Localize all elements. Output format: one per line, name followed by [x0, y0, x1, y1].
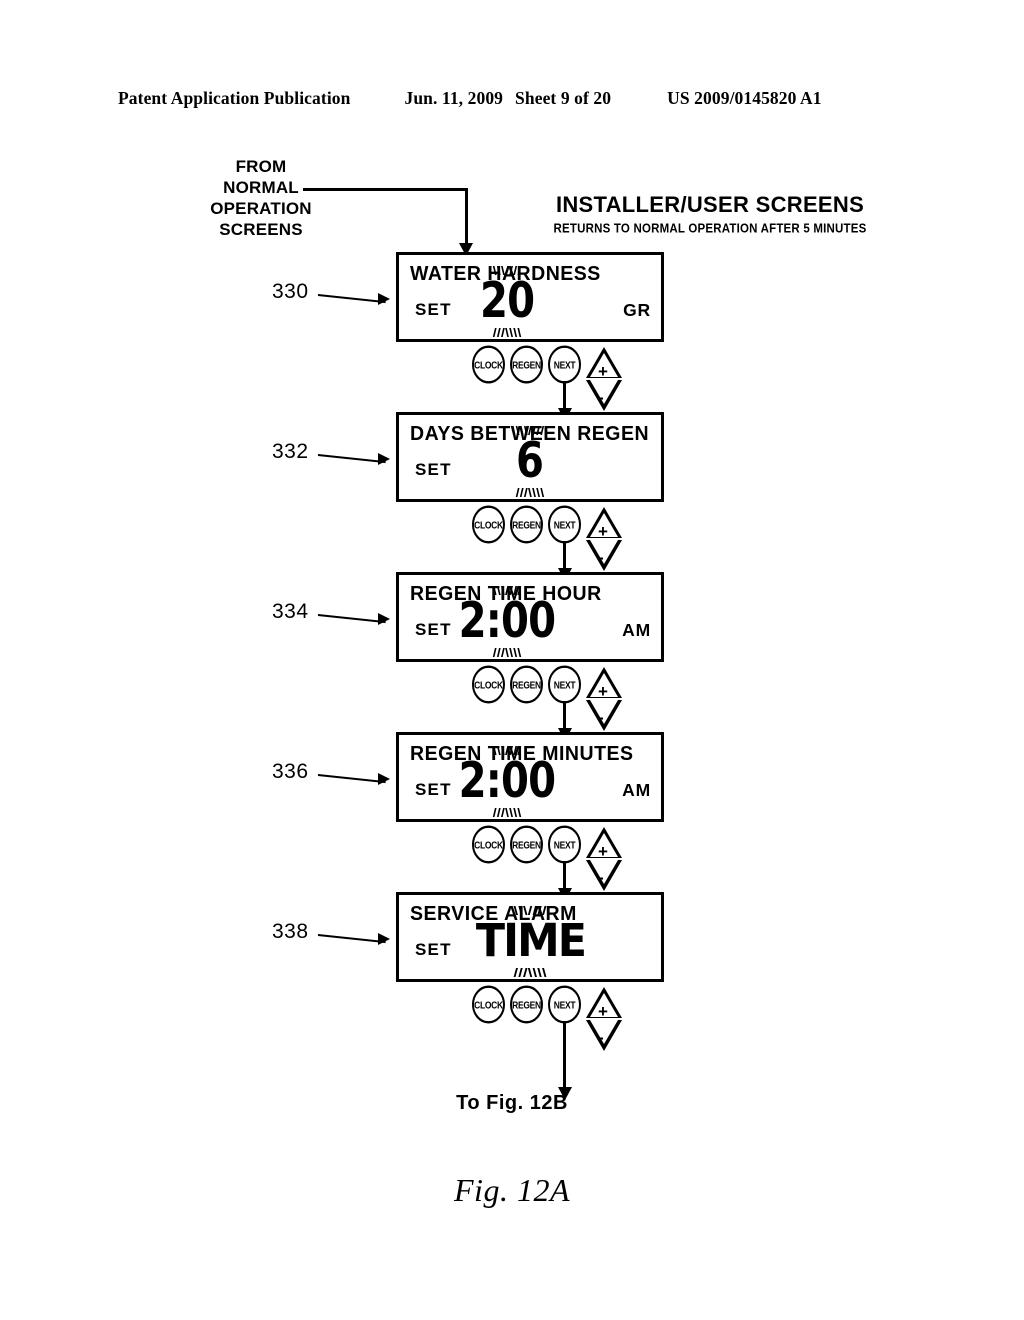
minus-icon: - — [598, 548, 604, 567]
step-connector-line — [563, 861, 566, 891]
lcd-panel: WATER HARDNESS SET GR 20 — [396, 252, 664, 342]
reference-numeral: 338 — [272, 920, 309, 943]
control-button-row: CLOCK REGEN NEXT + - — [396, 664, 664, 741]
panel-set-label: SET — [415, 620, 452, 639]
section-title-block: INSTALLER/USER SCREENS RETURNS TO NORMAL… — [520, 192, 900, 236]
clock-button[interactable]: CLOCK — [472, 345, 505, 384]
next-button[interactable]: NEXT — [548, 505, 581, 544]
regen-button[interactable]: REGEN — [510, 985, 543, 1024]
step-connector-line — [563, 701, 566, 731]
flash-ticks — [455, 808, 558, 817]
reference-leader-arrow-icon — [378, 453, 390, 465]
lcd-panel: DAYS BETWEEN REGEN SET 6 — [396, 412, 664, 502]
section-title: INSTALLER/USER SCREENS — [555, 192, 865, 217]
plus-icon: + — [598, 842, 608, 861]
flash-ticks — [472, 968, 589, 977]
flash-ticks — [513, 488, 547, 497]
panel-title: SERVICE ALARM — [410, 902, 577, 926]
reference-leader-arrow-icon — [378, 613, 390, 625]
control-button-row: CLOCK REGEN NEXT + - — [396, 824, 664, 901]
plus-icon: + — [598, 682, 608, 701]
patent-header: Patent Application Publication Jun. 11, … — [118, 88, 908, 109]
minus-icon: - — [598, 1028, 604, 1047]
reference-leader-arrow-icon — [378, 933, 390, 945]
flash-ticks — [455, 648, 558, 657]
sheet-number: Sheet 9 of 20 — [515, 88, 612, 108]
panel-title: WATER HARDNESS — [410, 262, 601, 286]
control-button-row: CLOCK REGEN NEXT + - — [396, 504, 664, 581]
publication-date: Jun. 11, 2009 — [404, 88, 504, 108]
next-button[interactable]: NEXT — [548, 825, 581, 864]
plus-icon: + — [598, 362, 608, 381]
entry-connector-vertical — [465, 188, 468, 250]
flow-entry-label: FROM NORMAL OPERATION SCREENS — [196, 156, 326, 240]
regen-button[interactable]: REGEN — [510, 345, 543, 384]
plus-icon: + — [598, 1002, 608, 1021]
reference-leader-arrow-icon — [378, 293, 390, 305]
clock-button[interactable]: CLOCK — [472, 985, 505, 1024]
control-button-row: CLOCK REGEN NEXT + - — [396, 344, 664, 421]
reference-numeral: 332 — [272, 440, 309, 463]
reference-leader-line — [317, 934, 386, 944]
clock-button[interactable]: CLOCK — [472, 825, 505, 864]
regen-button[interactable]: REGEN — [510, 505, 543, 544]
publication-label: Patent Application Publication — [118, 88, 351, 108]
panel-title: DAYS BETWEEN REGEN — [410, 422, 650, 446]
panel-set-label: SET — [415, 460, 452, 479]
panel-set-label: SET — [415, 940, 452, 959]
step-connector-line — [563, 1021, 566, 1089]
panel-unit-label: AM — [622, 780, 651, 800]
flow-entry-line-4: SCREENS — [219, 220, 303, 239]
reference-leader-line — [317, 614, 386, 624]
reference-leader-line — [317, 294, 386, 304]
minus-icon: - — [598, 388, 604, 407]
panel-unit-label: AM — [622, 620, 651, 640]
panel-set-label: SET — [415, 780, 452, 799]
to-figure-label: To Fig. 12B — [456, 1092, 568, 1114]
step-connector-line — [563, 381, 566, 411]
lcd-panel: SERVICE ALARM SET TIME — [396, 892, 664, 982]
entry-connector-horizontal — [303, 188, 468, 191]
step-connector-line — [563, 541, 566, 571]
panel-title: REGEN TIME MINUTES — [410, 742, 634, 766]
regen-button[interactable]: REGEN — [510, 825, 543, 864]
next-button[interactable]: NEXT — [548, 345, 581, 384]
minus-icon: - — [598, 868, 604, 887]
figure-caption: Fig. 12A — [454, 1172, 570, 1208]
flow-entry-line-3: OPERATION — [210, 199, 312, 218]
flow-entry-line-1: FROM — [235, 157, 287, 176]
section-subtitle: RETURNS TO NORMAL OPERATION AFTER 5 MINU… — [553, 222, 867, 236]
next-button[interactable]: NEXT — [548, 985, 581, 1024]
reference-leader-line — [317, 454, 386, 464]
lcd-panel: REGEN TIME MINUTES SET AM 2:00 — [396, 732, 664, 822]
clock-button[interactable]: CLOCK — [472, 665, 505, 704]
plus-icon: + — [598, 522, 608, 541]
next-button[interactable]: NEXT — [548, 665, 581, 704]
minus-icon: - — [598, 708, 604, 727]
reference-numeral: 330 — [272, 280, 309, 303]
reference-leader-line — [317, 774, 386, 784]
panel-set-label: SET — [415, 300, 452, 319]
flash-ticks — [477, 328, 538, 337]
patent-number: US 2009/0145820 A1 — [667, 88, 822, 108]
control-button-row: CLOCK REGEN NEXT + - — [396, 984, 664, 1100]
reference-numeral: 334 — [272, 600, 309, 623]
reference-numeral: 336 — [272, 760, 309, 783]
reference-leader-arrow-icon — [378, 773, 390, 785]
panel-unit-label: GR — [623, 300, 651, 320]
panel-title: REGEN TIME HOUR — [410, 582, 602, 606]
clock-button[interactable]: CLOCK — [472, 505, 505, 544]
regen-button[interactable]: REGEN — [510, 665, 543, 704]
lcd-panel: REGEN TIME HOUR SET AM 2:00 — [396, 572, 664, 662]
